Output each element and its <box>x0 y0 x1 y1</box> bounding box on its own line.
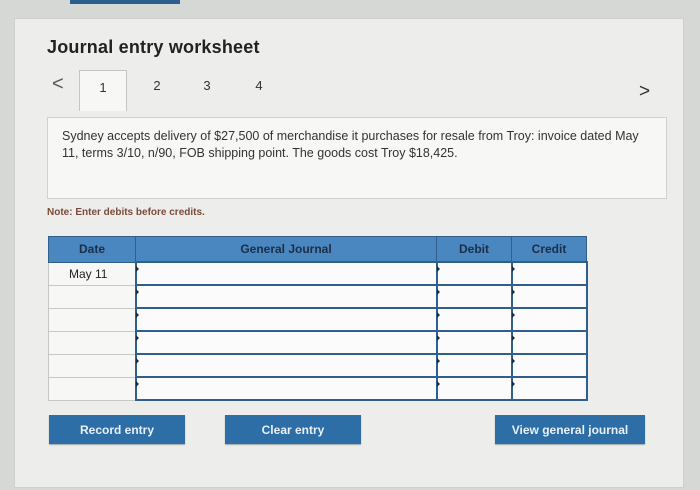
credit-input[interactable] <box>510 284 588 309</box>
table-row <box>48 330 588 355</box>
previous-arrow-icon[interactable]: < <box>52 73 64 96</box>
credit-input[interactable] <box>510 330 588 355</box>
date-cell[interactable] <box>48 307 136 332</box>
view-general-journal-button[interactable]: View general journal <box>495 415 645 444</box>
account-input[interactable] <box>134 307 438 332</box>
date-cell[interactable] <box>48 353 136 378</box>
top-accent-bar <box>70 0 180 4</box>
worksheet-panel: Journal entry worksheet < 1 2 3 4 > Sydn… <box>14 18 684 488</box>
account-input[interactable] <box>134 330 438 355</box>
date-header: Date <box>48 236 136 263</box>
table-row <box>48 353 588 378</box>
account-input[interactable] <box>134 284 438 309</box>
credit-input[interactable] <box>510 261 588 286</box>
debit-input[interactable] <box>435 284 513 309</box>
tab-3[interactable]: 3 <box>197 78 217 93</box>
debit-input[interactable] <box>435 307 513 332</box>
debit-input[interactable] <box>435 376 513 401</box>
record-entry-button[interactable]: Record entry <box>49 415 185 444</box>
date-cell[interactable] <box>48 376 136 401</box>
account-input[interactable] <box>134 261 438 286</box>
account-input[interactable] <box>134 353 438 378</box>
clear-entry-button[interactable]: Clear entry <box>225 415 361 444</box>
table-row: May 11 <box>48 261 588 286</box>
worksheet-title: Journal entry worksheet <box>47 37 260 57</box>
question-text: Sydney accepts delivery of $27,500 of me… <box>47 117 667 199</box>
debit-input[interactable] <box>435 353 513 378</box>
table-row <box>48 284 588 309</box>
account-input[interactable] <box>134 376 438 401</box>
note-text: Note: Enter debits before credits. <box>47 207 205 218</box>
table-row <box>48 307 588 332</box>
general-journal-header: General Journal <box>135 236 437 263</box>
tab-4[interactable]: 4 <box>249 78 269 93</box>
tab-1[interactable]: 1 <box>79 70 127 111</box>
credit-input[interactable] <box>510 376 588 401</box>
date-cell[interactable]: May 11 <box>48 261 136 286</box>
credit-header: Credit <box>511 236 587 263</box>
debit-header: Debit <box>436 236 512 263</box>
date-cell[interactable] <box>48 330 136 355</box>
credit-input[interactable] <box>510 307 588 332</box>
debit-input[interactable] <box>435 261 513 286</box>
date-cell[interactable] <box>48 284 136 309</box>
tab-2[interactable]: 2 <box>147 78 167 93</box>
table-row <box>48 376 588 401</box>
debit-input[interactable] <box>435 330 513 355</box>
credit-input[interactable] <box>510 353 588 378</box>
next-arrow-icon[interactable]: > <box>639 81 650 103</box>
journal-table: Date General Journal Debit Credit May 11 <box>48 236 588 401</box>
